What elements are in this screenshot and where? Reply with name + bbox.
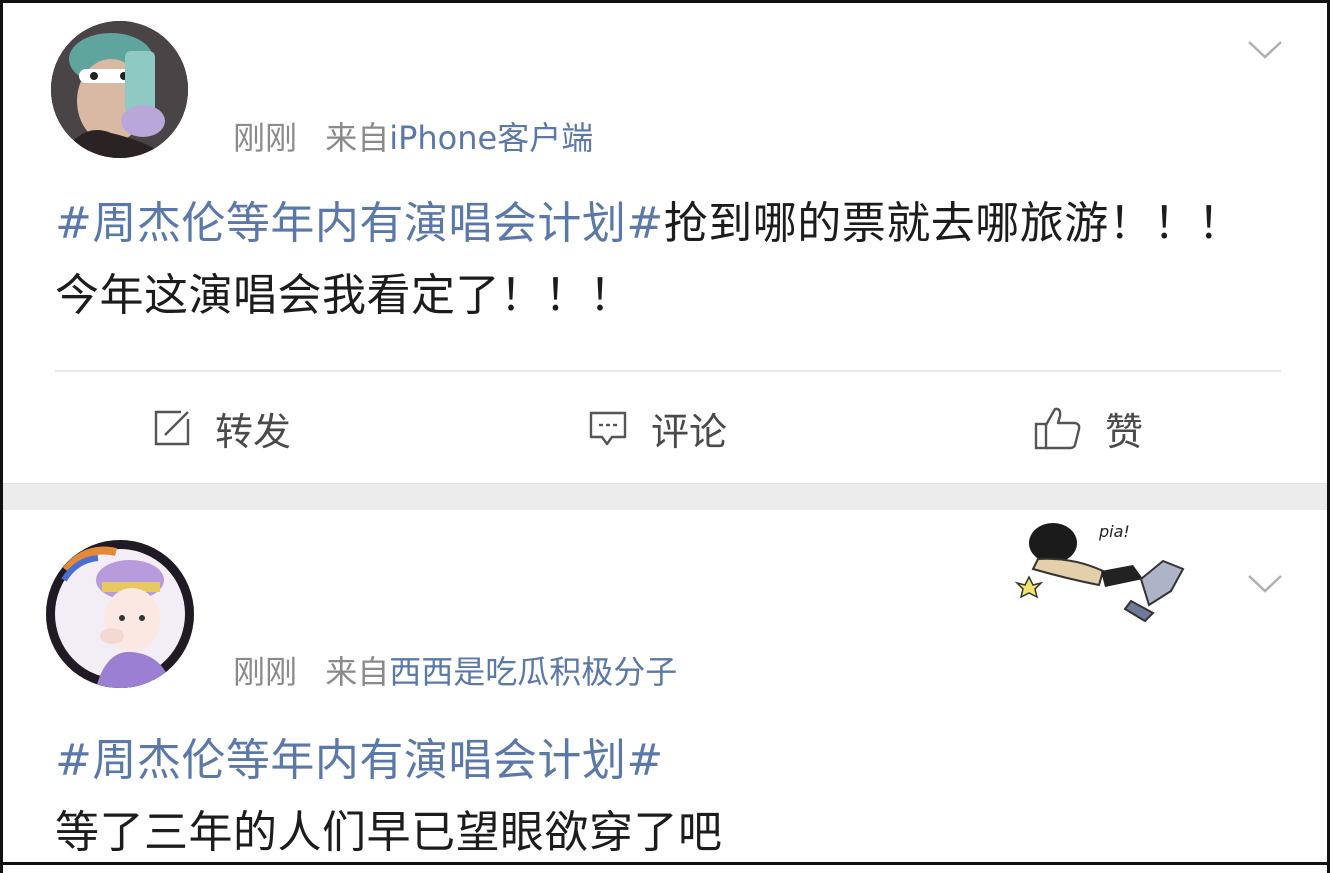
- repost-button[interactable]: 转发: [151, 398, 291, 458]
- comment-icon: [589, 411, 627, 446]
- post-source[interactable]: iPhone客户端: [389, 119, 593, 157]
- post-meta: 刚刚 来自iPhone客户端: [233, 113, 593, 159]
- from-label: 来自: [325, 653, 390, 691]
- post-time: 刚刚: [233, 119, 298, 157]
- avatar[interactable]: [51, 21, 188, 158]
- feed-frame: 刚刚 来自iPhone客户端 #周杰伦等年内有演唱会计划#抢到哪的票就去哪旅游！…: [0, 0, 1330, 873]
- like-label: 赞: [1105, 409, 1144, 454]
- topic-link[interactable]: #周杰伦等年内有演唱会计划#: [55, 198, 664, 249]
- like-icon: [1034, 407, 1081, 450]
- post-content: #周杰伦等年内有演唱会计划#抢到哪的票就去哪旅游！！！ 今年这演唱会我看定了！！…: [55, 188, 1275, 332]
- post-text: 等了三年的人们早已望眼欲穿了吧: [55, 807, 723, 858]
- topic-link[interactable]: #周杰伦等年内有演唱会计划#: [55, 725, 1275, 797]
- repost-label: 转发: [215, 409, 292, 454]
- avatar[interactable]: [46, 540, 194, 688]
- divider: [55, 370, 1281, 372]
- comment-button[interactable]: 评论: [587, 398, 727, 458]
- post-card-1: 刚刚 来自iPhone客户端 #周杰伦等年内有演唱会计划#抢到哪的票就去哪旅游！…: [3, 3, 1327, 483]
- post-source[interactable]: 西西是吃瓜积极分子: [389, 653, 677, 691]
- like-button[interactable]: 赞: [1033, 398, 1143, 458]
- sticker-text: pia!: [1098, 522, 1130, 541]
- feed-separator: [3, 483, 1327, 511]
- comment-label: 评论: [651, 409, 728, 454]
- repost-icon: [154, 410, 190, 446]
- post-content: #周杰伦等年内有演唱会计划# 等了三年的人们早已望眼欲穿了吧: [55, 725, 1275, 869]
- post-card-2: pia! 刚刚 来自西西是吃瓜积极分子 #周杰伦等年内有演唱会计划# 等了三年的…: [3, 510, 1327, 870]
- bottom-border: [0, 862, 1330, 865]
- from-label: 来自: [325, 119, 390, 157]
- chevron-down-icon[interactable]: [1247, 39, 1283, 61]
- post-meta: 刚刚 来自西西是吃瓜积极分子: [233, 647, 677, 693]
- post-time: 刚刚: [233, 653, 298, 691]
- chevron-down-icon[interactable]: [1247, 573, 1283, 595]
- sticker-image: pia!: [1014, 522, 1185, 623]
